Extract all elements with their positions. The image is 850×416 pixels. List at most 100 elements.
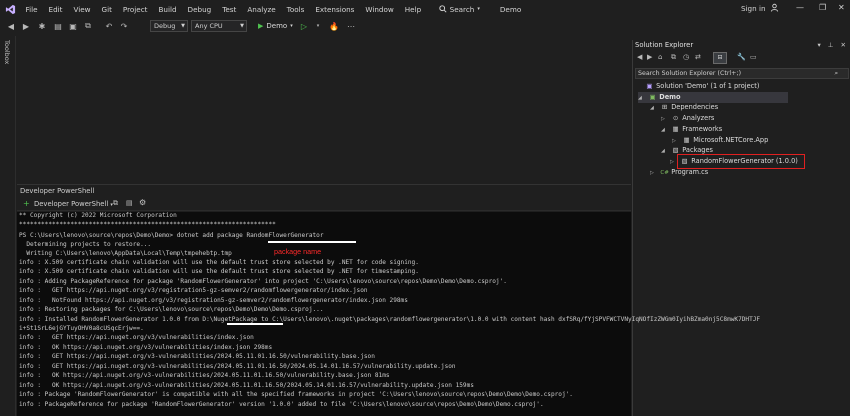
platform-dropdown[interactable]: Any CPU ▼ — [191, 20, 247, 32]
home-icon[interactable]: ⌂ — [658, 53, 662, 61]
tree-label: Solution 'Demo' (1 of 1 project) — [656, 82, 760, 90]
terminal-line: info : Adding PackageReference for packa… — [19, 277, 507, 285]
terminal-line: Writing C:\Users\lenovo\AppData\Local\Te… — [19, 250, 232, 257]
back-icon[interactable]: ◀ — [5, 18, 17, 34]
terminal-line: info : GET https://api.nuget.org/v3/regi… — [19, 287, 368, 294]
menu-build[interactable]: Build — [153, 5, 182, 14]
dependencies-icon: ⊞ — [661, 103, 668, 111]
toolbar-options-icon[interactable]: ⋯ — [345, 18, 357, 34]
terminal-line: info : NotFound https://api.nuget.org/v3… — [19, 296, 408, 304]
search-button[interactable]: Search ▾ — [435, 5, 484, 14]
panel-window-controls: ▾ ⊥ ✕ — [817, 41, 846, 49]
properties-icon[interactable]: 🔧 — [737, 53, 746, 61]
frameworks-icon: ▦ — [672, 125, 679, 133]
tree-item-solution[interactable]: ▣ Solution 'Demo' (1 of 1 project) — [645, 81, 759, 92]
toolbox-tab[interactable]: Toolbox — [3, 40, 11, 64]
terminal-line: info : Installed RandomFlowerGenerator 1… — [19, 315, 761, 323]
csharp-file-icon: C# — [660, 170, 669, 176]
preview-icon[interactable]: ▭ — [750, 53, 757, 61]
tree-item-analyzers[interactable]: ▷ ⊙ Analyzers — [661, 113, 714, 124]
chevron-down-icon: ▼ — [181, 23, 185, 29]
terminal-line: info : OK https://api.nuget.org/v3-vulne… — [19, 381, 474, 389]
search-placeholder: Search Solution Explorer (Ctrl+;) — [638, 70, 742, 77]
redo-icon[interactable]: ↷ — [118, 18, 130, 34]
sync-icon[interactable]: ⇄ — [695, 53, 701, 61]
chevron-down-icon: ▼ — [240, 23, 244, 29]
expanded-icon: ◢ — [650, 105, 654, 111]
terminal-dropdown-label: Developer PowerShell — [34, 200, 109, 208]
search-label: Search — [449, 4, 475, 14]
close-icon[interactable]: ✕ — [838, 3, 845, 12]
terminal-line: i+St1SrL6ejGYTuyOHV0a8cUSqcErjw==. — [19, 324, 144, 332]
window-position-icon[interactable]: ▾ — [817, 41, 820, 49]
terminal-line: info : Package 'RandomFlowerGenerator' i… — [19, 391, 573, 398]
forward-icon[interactable]: ▶ — [20, 18, 32, 34]
menu-analyze[interactable]: Analyze — [242, 5, 281, 14]
menu-edit[interactable]: Edit — [43, 5, 68, 14]
menu-git[interactable]: Git — [96, 5, 117, 14]
tree-label: Analyzers — [682, 114, 715, 122]
terminal-line: PS C:\Users\lenovo\source\repos\Demo\Dem… — [19, 232, 324, 239]
menu-debug[interactable]: Debug — [182, 5, 217, 14]
tree-label: Program.cs — [671, 168, 709, 176]
tree-item-dependencies[interactable]: ◢ ⊞ Dependencies — [650, 102, 718, 113]
search-icon — [438, 5, 447, 13]
start-without-debugging-icon[interactable]: ▷ — [298, 18, 310, 34]
tree-item-frameworks[interactable]: ◢ ▦ Frameworks — [661, 124, 722, 135]
menu-test[interactable]: Test — [217, 5, 242, 14]
collapse-all-icon[interactable]: ⊟ — [713, 52, 727, 64]
menu-extensions[interactable]: Extensions — [310, 5, 360, 14]
new-terminal-icon[interactable]: + — [23, 199, 30, 208]
undo-icon[interactable]: ↶ — [103, 18, 115, 34]
new-item-icon[interactable]: ✱ — [36, 18, 48, 34]
solution-title: Demo — [499, 4, 522, 14]
forward-icon[interactable]: ▶ — [647, 53, 652, 61]
solution-icon: ▣ — [646, 82, 653, 90]
back-icon[interactable]: ◀ — [637, 53, 642, 61]
solution-explorer-search-input[interactable]: Search Solution Explorer (Ctrl+;) ⌕ — [635, 68, 849, 79]
menu-project[interactable]: Project — [117, 5, 153, 14]
sign-in-link[interactable]: Sign in — [741, 4, 766, 13]
configuration-dropdown[interactable]: Debug ▼ — [150, 20, 188, 32]
save-all-icon[interactable]: ⧉ — [82, 18, 94, 34]
chevron-down-icon[interactable]: ▾ — [313, 18, 323, 34]
account-icon[interactable] — [770, 3, 779, 14]
minimize-icon[interactable]: — — [796, 3, 804, 12]
hot-reload-icon[interactable]: 🔥 — [328, 18, 340, 34]
terminal-dropdown[interactable]: Developer PowerShell ▾ — [34, 200, 113, 208]
visual-studio-logo-icon[interactable] — [0, 0, 20, 18]
terminal-line: info : Restoring packages for C:\Users\l… — [19, 306, 324, 313]
menu-view[interactable]: View — [68, 5, 96, 14]
start-debugging-button[interactable]: ▶ Demo ▾ — [258, 18, 293, 34]
pending-changes-icon[interactable]: ◷ — [683, 53, 689, 61]
copy-icon[interactable]: ⧉ — [113, 199, 118, 208]
collapsed-icon: ▷ — [650, 170, 654, 176]
search-icon: ⌕ — [834, 70, 838, 77]
expanded-icon: ◢ — [661, 148, 665, 154]
menu-tools[interactable]: Tools — [281, 5, 310, 14]
expanded-icon: ◢ — [661, 127, 665, 133]
clear-terminal-icon[interactable]: ▤ — [126, 199, 133, 207]
tree-label: Microsoft.NETCore.App — [693, 136, 769, 144]
menu-file[interactable]: File — [20, 5, 43, 14]
terminal-line: info : OK https://api.nuget.org/v3-vulne… — [19, 372, 390, 379]
solution-explorer-title: Solution Explorer — [635, 41, 694, 49]
close-panel-icon[interactable]: ✕ — [841, 41, 846, 49]
terminal-line: info : GET https://api.nuget.org/v3/vuln… — [19, 334, 254, 341]
open-folder-icon[interactable]: ▤ — [52, 18, 64, 34]
save-icon[interactable]: ▣ — [67, 18, 79, 34]
terminal-line: info : PackageReference for package 'Ran… — [19, 400, 544, 408]
editor-area — [17, 36, 631, 184]
expanded-icon: ◢ — [638, 95, 642, 101]
terminal-line: ****************************************… — [19, 220, 276, 228]
menu-window[interactable]: Window — [360, 5, 399, 14]
maximize-icon[interactable]: ❐ — [819, 3, 826, 12]
chevron-down-icon: ▾ — [477, 6, 480, 12]
terminal-line: info : OK https://api.nuget.org/v3/vulne… — [19, 343, 273, 351]
switch-views-icon[interactable]: ⧉ — [671, 53, 676, 62]
pin-icon[interactable]: ⊥ — [828, 41, 834, 49]
tree-label: Frameworks — [682, 125, 723, 133]
terminal-line: info : X.509 certificate chain validatio… — [19, 268, 419, 275]
menu-help[interactable]: Help — [399, 5, 426, 14]
settings-gear-icon[interactable]: ⚙ — [139, 198, 146, 207]
